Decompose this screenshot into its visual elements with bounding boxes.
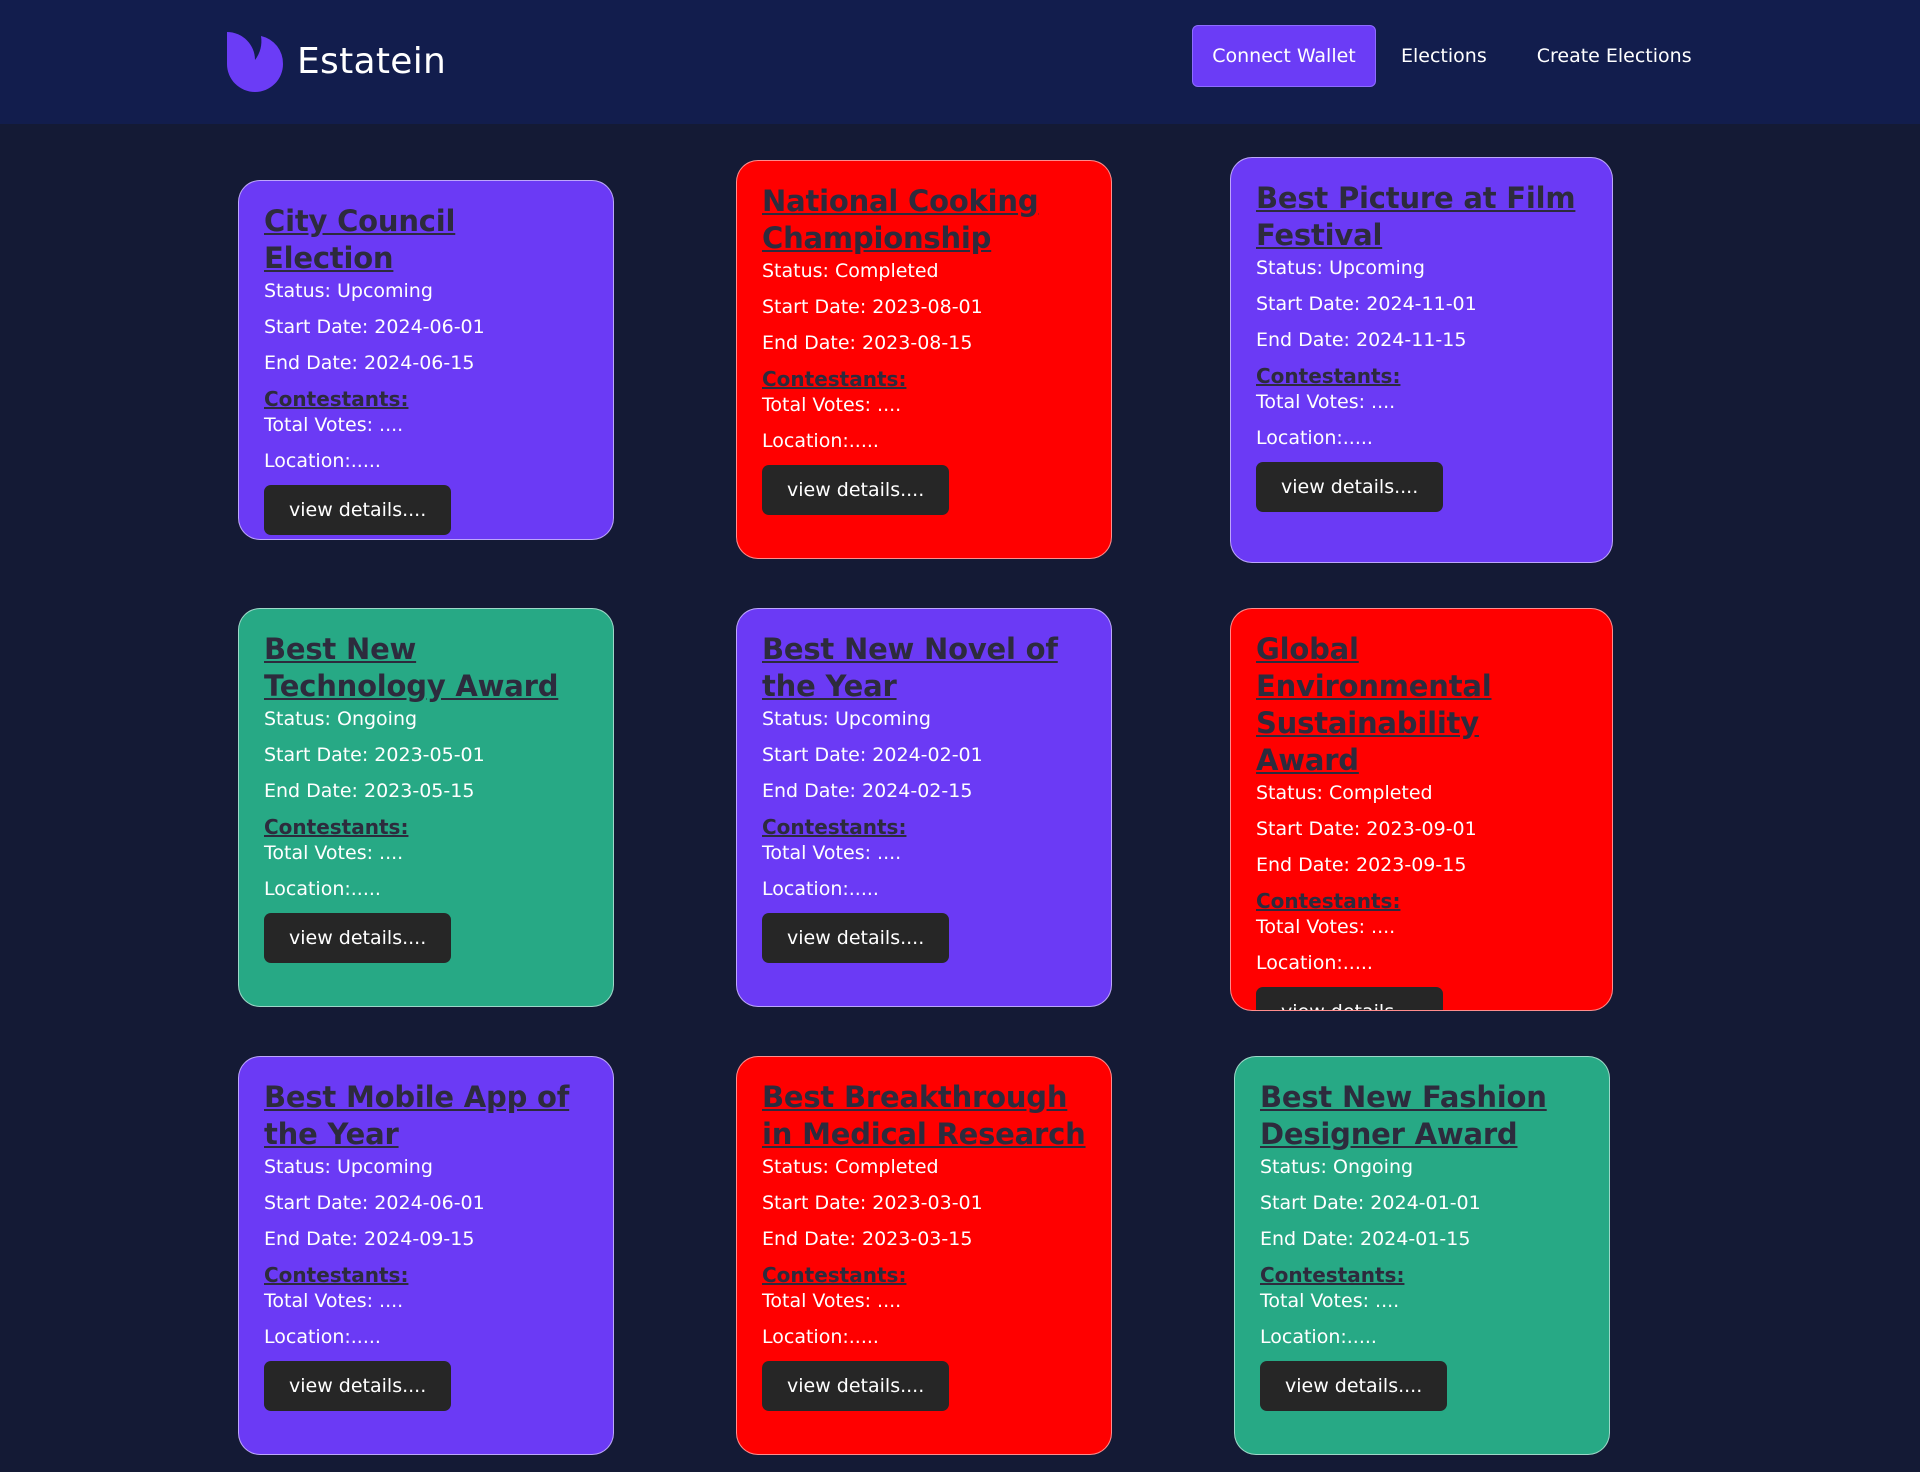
election-title[interactable]: Best New Technology Award [264, 631, 589, 705]
election-card: City Council Election Status: Upcoming S… [238, 180, 614, 540]
election-status: Status: Upcoming [762, 708, 931, 730]
view-details-button[interactable]: view details.... [1260, 1361, 1448, 1411]
view-details-button[interactable]: view details.... [762, 1361, 950, 1411]
total-votes: Total Votes: .... [1256, 391, 1396, 413]
election-status: Status: Upcoming [264, 1156, 433, 1178]
election-location: Location:..... [762, 430, 879, 452]
election-end-date: End Date: 2023-03-15 [762, 1228, 973, 1250]
view-details-button[interactable]: view details.... [1256, 987, 1444, 1010]
election-title[interactable]: Best New Novel of the Year [762, 631, 1087, 705]
election-card: Best New Novel of the Year Status: Upcom… [736, 608, 1112, 1007]
election-status: Status: Upcoming [1256, 257, 1425, 279]
election-status: Status: Completed [762, 1156, 939, 1178]
election-location: Location:..... [264, 450, 381, 472]
contestants-link[interactable]: Contestants: [264, 1263, 589, 1287]
election-end-date: End Date: 2024-01-15 [1260, 1228, 1471, 1250]
election-start-date: Start Date: 2023-03-01 [762, 1192, 983, 1214]
contestants-link[interactable]: Contestants: [1260, 1263, 1585, 1287]
election-status: Status: Completed [762, 260, 939, 282]
contestants-link[interactable]: Contestants: [762, 815, 1087, 839]
election-end-date: End Date: 2024-11-15 [1256, 329, 1467, 351]
election-end-date: End Date: 2023-05-15 [264, 780, 475, 802]
election-title[interactable]: Best Mobile App of the Year [264, 1079, 589, 1153]
total-votes: Total Votes: .... [762, 1290, 902, 1312]
nav-create-elections-link[interactable]: Create Elections [1537, 45, 1692, 67]
view-details-button[interactable]: view details.... [762, 913, 950, 963]
election-start-date: Start Date: 2024-02-01 [762, 744, 983, 766]
election-location: Location:..... [1256, 427, 1373, 449]
contestants-link[interactable]: Contestants: [264, 387, 589, 411]
total-votes: Total Votes: .... [264, 1290, 404, 1312]
total-votes: Total Votes: .... [1260, 1290, 1400, 1312]
election-card: Best Picture at Film Festival Status: Up… [1230, 157, 1613, 563]
election-card: Global Environmental Sustainability Awar… [1230, 608, 1613, 1011]
election-location: Location:..... [264, 1326, 381, 1348]
brand[interactable]: Estatein [225, 30, 446, 92]
election-title[interactable]: Global Environmental Sustainability Awar… [1256, 631, 1588, 779]
election-card: Best Mobile App of the Year Status: Upco… [238, 1056, 614, 1455]
election-end-date: End Date: 2024-06-15 [264, 352, 475, 374]
total-votes: Total Votes: .... [264, 842, 404, 864]
election-start-date: Start Date: 2023-09-01 [1256, 818, 1477, 840]
election-end-date: End Date: 2023-08-15 [762, 332, 973, 354]
election-status: Status: Ongoing [264, 708, 418, 730]
contestants-link[interactable]: Contestants: [762, 1263, 1087, 1287]
election-start-date: Start Date: 2023-05-01 [264, 744, 485, 766]
brand-name: Estatein [297, 40, 447, 82]
election-location: Location:..... [1260, 1326, 1377, 1348]
estatein-logo-icon [227, 32, 284, 92]
nav-elections-link[interactable]: Elections [1401, 45, 1487, 67]
election-start-date: Start Date: 2024-01-01 [1260, 1192, 1481, 1214]
view-details-button[interactable]: view details.... [264, 913, 452, 963]
contestants-link[interactable]: Contestants: [1256, 364, 1588, 388]
election-title[interactable]: Best Picture at Film Festival [1256, 180, 1588, 254]
election-card: National Cooking Championship Status: Co… [736, 160, 1112, 559]
election-status: Status: Upcoming [264, 280, 433, 302]
election-location: Location:..... [762, 878, 879, 900]
main-nav: Connect Wallet Elections Create Election… [1192, 25, 1692, 87]
election-start-date: Start Date: 2024-06-01 [264, 316, 485, 338]
contestants-link[interactable]: Contestants: [762, 367, 1087, 391]
election-end-date: End Date: 2024-02-15 [762, 780, 973, 802]
election-start-date: Start Date: 2024-06-01 [264, 1192, 485, 1214]
election-status: Status: Ongoing [1260, 1156, 1414, 1178]
total-votes: Total Votes: .... [762, 842, 902, 864]
connect-wallet-button[interactable]: Connect Wallet [1192, 25, 1376, 87]
contestants-link[interactable]: Contestants: [264, 815, 589, 839]
election-title[interactable]: Best Breakthrough in Medical Research [762, 1079, 1087, 1153]
election-start-date: Start Date: 2023-08-01 [762, 296, 983, 318]
election-status: Status: Completed [1256, 782, 1433, 804]
election-title[interactable]: National Cooking Championship [762, 183, 1087, 257]
total-votes: Total Votes: .... [1256, 916, 1396, 938]
view-details-button[interactable]: view details.... [264, 1361, 452, 1411]
election-end-date: End Date: 2024-09-15 [264, 1228, 475, 1250]
election-title[interactable]: City Council Election [264, 203, 589, 277]
contestants-link[interactable]: Contestants: [1256, 889, 1588, 913]
view-details-button[interactable]: view details.... [762, 465, 950, 515]
total-votes: Total Votes: .... [762, 394, 902, 416]
election-location: Location:..... [1256, 952, 1373, 974]
election-end-date: End Date: 2023-09-15 [1256, 854, 1467, 876]
header-bar: Estatein Connect Wallet Elections Create… [0, 0, 1920, 124]
election-card: Best New Technology Award Status: Ongoin… [238, 608, 614, 1007]
election-start-date: Start Date: 2024-11-01 [1256, 293, 1477, 315]
view-details-button[interactable]: view details.... [264, 485, 452, 535]
election-title[interactable]: Best New Fashion Designer Award [1260, 1079, 1585, 1153]
election-card: Best New Fashion Designer Award Status: … [1234, 1056, 1610, 1455]
election-location: Location:..... [264, 878, 381, 900]
election-location: Location:..... [762, 1326, 879, 1348]
total-votes: Total Votes: .... [264, 414, 404, 436]
election-card: Best Breakthrough in Medical Research St… [736, 1056, 1112, 1455]
view-details-button[interactable]: view details.... [1256, 462, 1444, 512]
